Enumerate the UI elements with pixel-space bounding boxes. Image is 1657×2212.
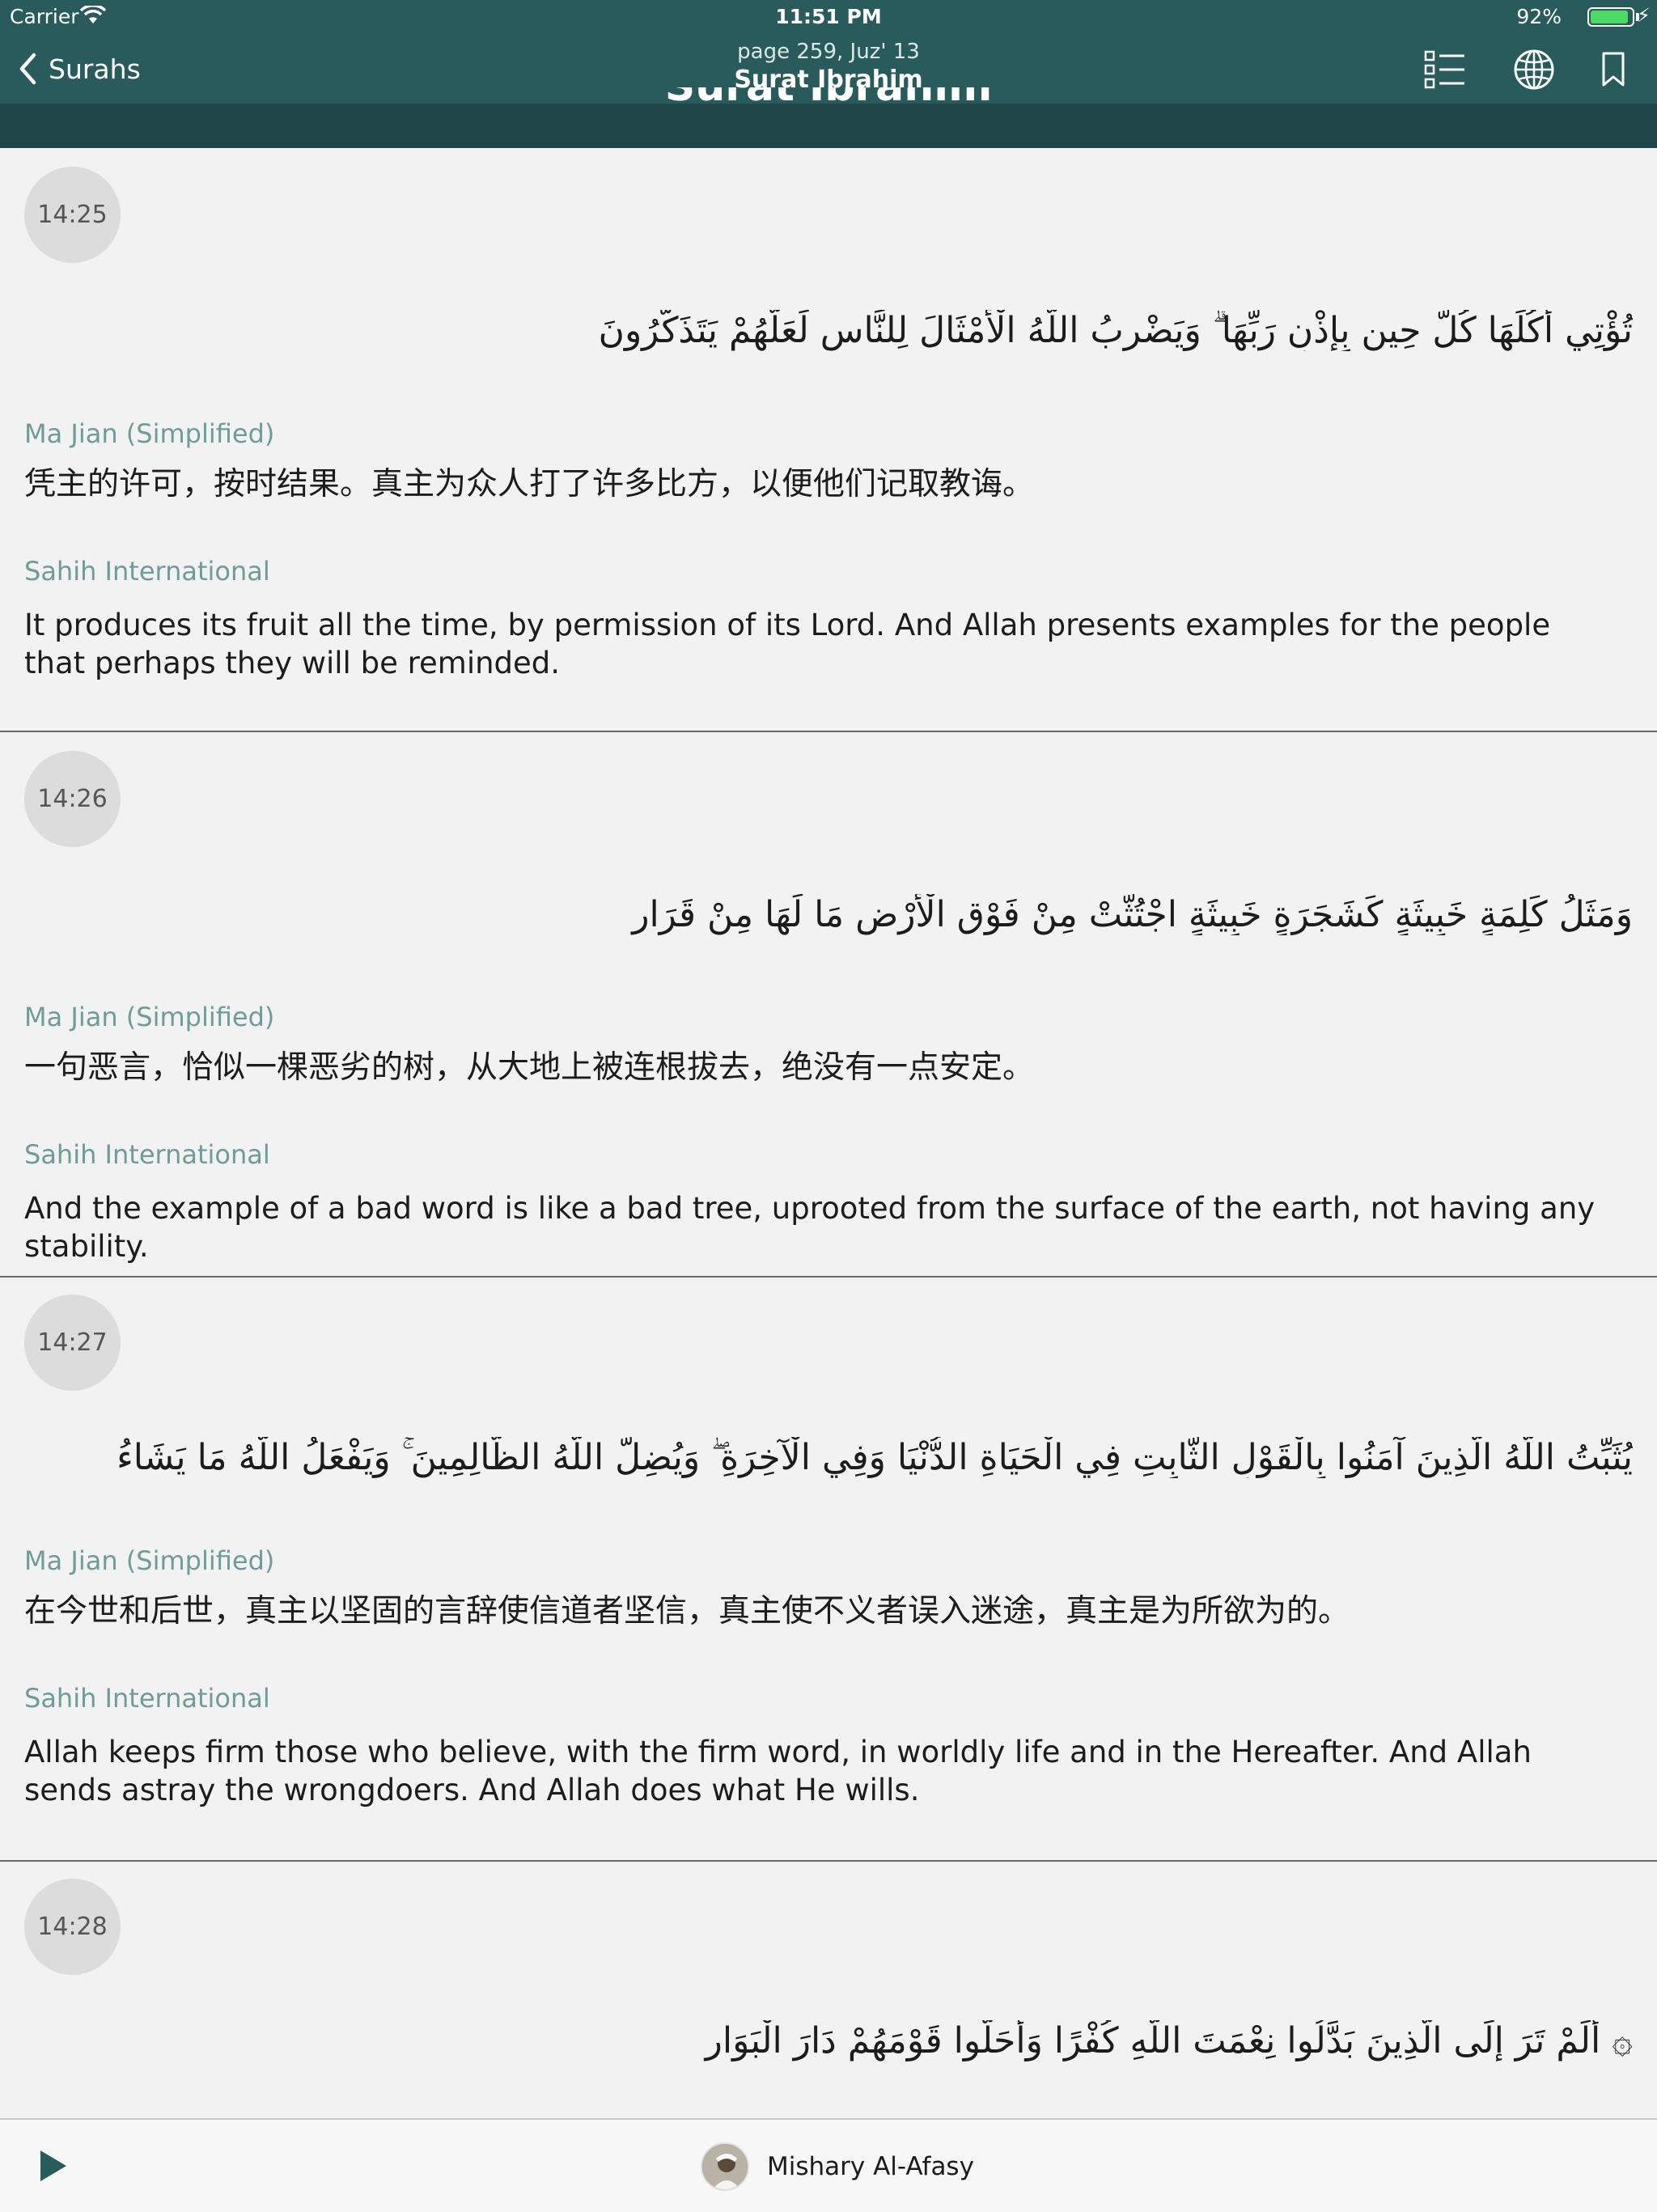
globe-icon[interactable] <box>1511 47 1557 92</box>
clock: 11:51 PM <box>775 5 882 28</box>
translation-name: Sahih International <box>24 1683 270 1714</box>
verse-number-badge[interactable]: 14:28 <box>24 1879 121 1975</box>
verse-number-badge[interactable]: 14:27 <box>24 1295 121 1391</box>
audio-player-bar: Mishary Al-Afasy <box>0 2118 1657 2212</box>
reciter-name: Mishary Al-Afasy <box>767 2152 974 2181</box>
translation-text: 在今世和后世，真主以坚固的言辞使信道者坚信，真主使不义者误入迷途，真主是为所欲为… <box>24 1593 1350 1629</box>
battery-percent: 92% <box>1516 5 1562 28</box>
translation-name: Ma Jian (Simplified) <box>24 1002 275 1032</box>
verse-card: 14:25 تُؤْتِي أُكُلَهَا كُلَّ حِينٍ بِإِ… <box>0 148 1657 732</box>
translation-text: And the example of a bad word is like a … <box>24 1191 1596 1264</box>
header-shade <box>0 104 1657 148</box>
translation-name: Sahih International <box>24 1139 270 1170</box>
verse-card: 14:26 وَمَثَلُ كَلِمَةٍ خَبِيثَةٍ كَشَجَ… <box>0 732 1657 1278</box>
translation-text: 一句恶言，恰似一棵恶劣的树，从大地上被连根拔去，绝没有一点安定。 <box>24 1049 1035 1086</box>
reciter-avatar <box>701 2142 749 2191</box>
verse-number-badge[interactable]: 14:26 <box>24 751 121 847</box>
verse-card: 14:27 يُثَبِّتُ اللَّهُ الَّذِينَ آمَنُو… <box>0 1278 1657 1862</box>
translation-name: Ma Jian (Simplified) <box>24 418 275 449</box>
bookmark-icon[interactable] <box>1591 47 1636 92</box>
arabic-verse-text: ۞ أَلَمْ تَرَ إِلَى الَّذِينَ بَدَّلُوا … <box>705 2020 1633 2062</box>
reciter-selector[interactable]: Mishary Al-Afasy <box>701 2142 974 2191</box>
verse-card: 14:28 ۞ أَلَمْ تَرَ إِلَى الَّذِينَ بَدَ… <box>0 1862 1657 2118</box>
translation-name: Sahih International <box>24 556 270 587</box>
status-bar: Carrier 11:51 PM 92% ⚡ <box>0 0 1657 34</box>
arabic-verse-text: وَمَثَلُ كَلِمَةٍ خَبِيثَةٍ كَشَجَرَةٍ خ… <box>632 894 1633 935</box>
translation-text: It produces its fruit all the time, by p… <box>24 608 1551 680</box>
page-juz-label: page 259, Juz' 13 <box>737 40 920 64</box>
battery-icon <box>1587 7 1634 27</box>
battery-level <box>1591 11 1628 23</box>
play-icon[interactable] <box>34 2147 71 2184</box>
translation-name: Ma Jian (Simplified) <box>24 1545 275 1576</box>
arabic-verse-text: تُؤْتِي أُكُلَهَا كُلَّ حِينٍ بِإِذْنِ ر… <box>598 310 1633 351</box>
charging-icon: ⚡ <box>1637 4 1651 27</box>
translation-text: Allah keeps firm those who believe, with… <box>24 1735 1532 1807</box>
app-header: Carrier 11:51 PM 92% ⚡ Surahs page 259, … <box>0 0 1657 148</box>
translation-text: 凭主的许可，按时结果。真主为众人打了许多比方，以便他们记取教诲。 <box>24 466 1035 502</box>
arabic-verse-text: يُثَبِّتُ اللَّهُ الَّذِينَ آمَنُوا بِال… <box>117 1437 1633 1478</box>
verse-number-badge[interactable]: 14:25 <box>24 167 121 263</box>
list-icon[interactable] <box>1422 47 1468 92</box>
